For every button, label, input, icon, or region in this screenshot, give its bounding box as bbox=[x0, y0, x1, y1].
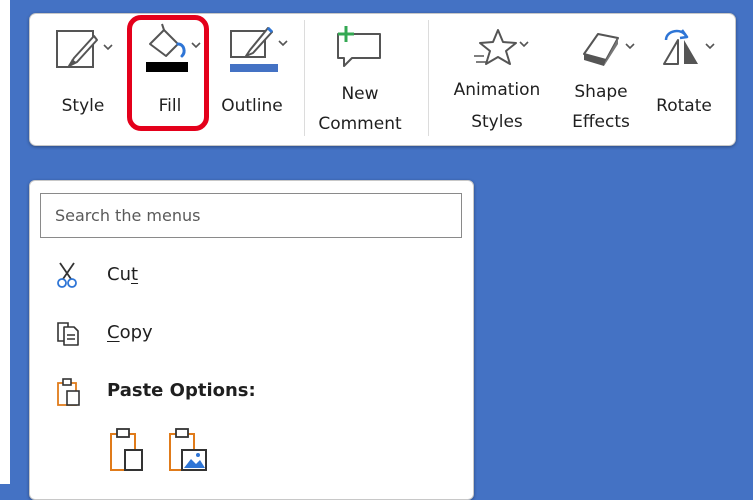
style-label: Style bbox=[61, 96, 105, 116]
fill-highlight-box bbox=[127, 15, 209, 131]
animation-styles-button[interactable]: Animation Styles bbox=[438, 14, 556, 147]
cut-mnemonic: t bbox=[130, 264, 139, 285]
copy-mnemonic: C bbox=[107, 322, 120, 343]
scissors-icon bbox=[57, 262, 77, 288]
pen-outline-icon bbox=[230, 26, 288, 72]
copy-icon bbox=[57, 322, 79, 346]
copy-label: Copy bbox=[107, 309, 153, 357]
cut-label-text: Cu bbox=[107, 264, 131, 285]
animation-star-icon bbox=[474, 29, 529, 65]
rotate-button[interactable]: Rotate bbox=[644, 14, 724, 147]
shape-effects-label-line1: Shape bbox=[574, 82, 628, 102]
shape-effects-button[interactable]: Shape Effects bbox=[560, 14, 642, 147]
clipboard-icon bbox=[57, 378, 80, 406]
menu-item-cut[interactable]: Cut bbox=[30, 251, 473, 299]
animation-styles-label-line1: Animation bbox=[453, 80, 541, 100]
paste-picture-icon[interactable] bbox=[165, 426, 211, 474]
menu-item-copy[interactable]: Copy bbox=[30, 309, 473, 357]
new-comment-label-line2: Comment bbox=[318, 114, 402, 134]
new-comment-button[interactable]: New Comment bbox=[306, 14, 414, 147]
paste-options-text: Paste Options: bbox=[107, 380, 256, 401]
outline-button[interactable]: Outline bbox=[212, 14, 292, 147]
animation-styles-label-line2: Styles bbox=[471, 112, 523, 132]
copy-label-rest: opy bbox=[119, 322, 153, 343]
search-menus-input[interactable] bbox=[41, 194, 461, 237]
context-menu: Cut Copy Paste Options: bbox=[29, 180, 474, 500]
style-button[interactable]: Style bbox=[44, 14, 122, 147]
new-comment-icon bbox=[337, 26, 381, 67]
outline-color-swatch bbox=[230, 64, 278, 72]
new-comment-label-line1: New bbox=[341, 84, 379, 104]
rotate-icon bbox=[663, 29, 715, 65]
toolbar-separator bbox=[428, 20, 429, 136]
toolbar-separator bbox=[304, 20, 305, 136]
menu-item-paste-options: Paste Options: bbox=[30, 367, 473, 415]
search-box[interactable] bbox=[40, 193, 462, 238]
shape-effects-label-line2: Effects bbox=[572, 112, 630, 132]
rotate-label: Rotate bbox=[656, 96, 712, 116]
shape-style-icon bbox=[56, 30, 113, 68]
outline-label: Outline bbox=[221, 96, 283, 116]
window-edge bbox=[0, 0, 10, 484]
shape-effects-icon bbox=[583, 33, 635, 66]
paste-keep-source-icon[interactable] bbox=[106, 426, 148, 474]
paste-options-label: Paste Options: bbox=[107, 367, 256, 415]
cut-label: Cut bbox=[107, 251, 138, 299]
